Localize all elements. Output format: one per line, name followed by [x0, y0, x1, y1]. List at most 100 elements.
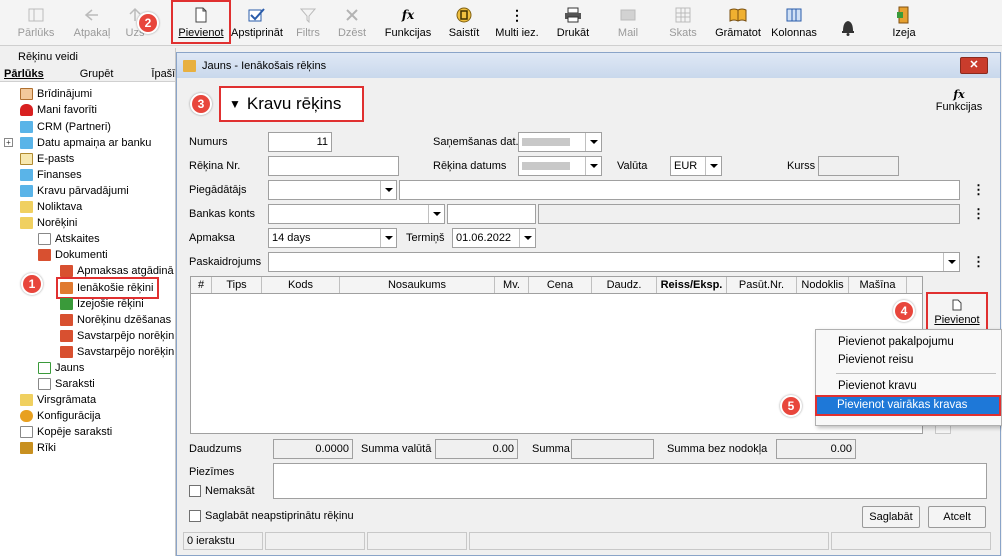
menu-add-cargo[interactable]: Pievienot kravu — [818, 378, 998, 395]
supplier-select[interactable] — [268, 180, 397, 200]
tree-item-bank-exchange[interactable]: Datu apmaiņa ar banku — [20, 135, 151, 151]
invoice-number-field[interactable] — [268, 156, 399, 176]
col-tax[interactable]: Nodoklis — [797, 277, 849, 293]
col-price[interactable]: Cena — [529, 277, 592, 293]
bank-more-icon[interactable]: ⋮ — [972, 207, 985, 221]
lines-grid-body[interactable] — [190, 294, 923, 434]
toolbar-filter-button[interactable]: Filtrs — [293, 4, 323, 42]
toolbar-confirm-button[interactable]: Apstiprināt — [231, 4, 283, 42]
tree-item-lists[interactable]: Saraksti — [38, 376, 95, 392]
tree-item-cargo-transport[interactable]: Kravu pārvadājumi — [20, 183, 129, 199]
browser-icon — [27, 6, 45, 24]
save-unconfirmed-label: Saglabāt neapstiprinātu rēķinu — [205, 510, 354, 522]
toolbar-mail-button[interactable]: Mail — [614, 4, 642, 42]
col-order-no[interactable]: Pasūt.Nr. — [727, 277, 797, 293]
col-type[interactable]: Tips — [212, 277, 262, 293]
tree-item-finance[interactable]: Finanses — [20, 167, 82, 183]
menu-add-service[interactable]: Pievienot pakalpojumu — [818, 334, 998, 351]
invoice-date-field[interactable] — [518, 156, 602, 176]
toolbar-post-button[interactable]: Grāmatot — [714, 4, 762, 42]
menu-add-trip[interactable]: Pievienot reisu — [818, 352, 998, 369]
col-trip[interactable]: Reiss/Eksp. — [657, 277, 727, 293]
toolbar-exit-button[interactable]: Izeja — [890, 4, 918, 42]
bank-code-field[interactable] — [447, 204, 536, 224]
grid-add-button[interactable]: Pievienot — [926, 292, 988, 332]
folder-icon — [20, 185, 33, 197]
bank-account-select[interactable] — [268, 204, 445, 224]
tree-item-tools[interactable]: Rīki — [20, 440, 56, 456]
toolbar-columns-button[interactable]: Kolonnas — [770, 4, 818, 42]
toolbar-functions-button[interactable]: fx Funkcijas — [383, 4, 433, 42]
window-close-button[interactable]: ✕ — [960, 57, 988, 74]
toolbar-add-button[interactable]: Pievienot — [171, 0, 231, 44]
tree-item-incoming-invoices[interactable]: Ienākošie rēķini — [55, 277, 160, 299]
supplier-label: Piegādātājs — [189, 184, 247, 196]
col-name[interactable]: Nosaukums — [340, 277, 495, 293]
tree-item-configuration[interactable]: Konfigurācija — [20, 408, 101, 424]
toolbar-view-button[interactable]: Skats — [667, 4, 699, 42]
list-icon — [38, 233, 51, 245]
bank-account-dropdown[interactable] — [428, 205, 444, 223]
payment-terms-dropdown[interactable] — [380, 229, 396, 247]
explanation-dropdown[interactable] — [943, 253, 959, 271]
payment-terms-select[interactable]: 14 days — [268, 228, 397, 248]
currency-dropdown[interactable] — [705, 157, 721, 175]
explanation-more-icon[interactable]: ⋮ — [972, 255, 985, 269]
tree-item-email[interactable]: E-pasts — [20, 151, 74, 167]
col-vehicle[interactable]: Mašīna — [849, 277, 907, 293]
expand-favorites[interactable]: + — [4, 138, 13, 147]
window-functions-button[interactable]: fx Funkcijas — [934, 88, 984, 118]
explanation-select[interactable] — [268, 252, 960, 272]
save-unconfirmed-checkbox[interactable] — [189, 510, 201, 522]
tree-item-warehouse[interactable]: Noliktava — [20, 199, 82, 215]
supplier-name-field[interactable] — [399, 180, 960, 200]
received-date-dropdown[interactable] — [585, 133, 601, 151]
toolbar-link-button[interactable]: Saistīt — [446, 4, 482, 42]
sum-currency-field: 0.00 — [435, 439, 518, 459]
currency-select[interactable]: EUR — [670, 156, 722, 176]
tree-item-crm[interactable]: CRM (Partneri) — [20, 119, 111, 135]
toolbar-delete-button[interactable]: Dzēst — [336, 4, 368, 42]
supplier-more-icon[interactable]: ⋮ — [972, 183, 985, 197]
tree-item-outgoing-invoices[interactable]: Izejošie rēķini — [60, 296, 144, 312]
invoice-date-dropdown[interactable] — [585, 157, 601, 175]
tree-item-settlements[interactable]: Norēķini — [20, 215, 77, 231]
menu-separator — [836, 373, 996, 374]
tree-item-mutual-settlements-2[interactable]: Savstarpējo norēķin — [60, 344, 174, 360]
tree-item-reports[interactable]: Atskaites — [38, 231, 100, 247]
toolbar-back-button[interactable]: Atpakaļ — [70, 4, 114, 42]
col-number[interactable]: # — [191, 277, 212, 293]
col-quantity[interactable]: Daudz. — [592, 277, 657, 293]
tree-item-new[interactable]: Jauns — [38, 360, 84, 376]
tree-item-documents[interactable]: Dokumenti — [38, 247, 108, 263]
tab-group[interactable]: Grupēt — [76, 66, 120, 81]
tree-item-mutual-settlements-1[interactable]: Savstarpējo norēķin — [60, 328, 174, 344]
cancel-button[interactable]: Atcelt — [928, 506, 986, 528]
col-code[interactable]: Kods — [262, 277, 340, 293]
col-unit[interactable]: Mv. — [495, 277, 529, 293]
toolbar-notifications-button[interactable] — [836, 4, 860, 42]
doc-type-selector[interactable]: ▼ Kravu rēķins — [219, 86, 364, 122]
tree-item-settlement-deletion[interactable]: Norēķinu dzēšanas — [60, 312, 171, 328]
notes-label: Piezīmes — [189, 466, 235, 478]
tree-item-favorites[interactable]: Mani favorīti — [20, 102, 97, 118]
notes-textarea[interactable] — [273, 463, 987, 499]
number-field[interactable]: 11 — [268, 132, 332, 152]
tree-item-common-lists[interactable]: Kopēje saraksti — [20, 424, 112, 440]
toolbar-multi-button[interactable]: ⋮ Multi iez. — [494, 4, 540, 42]
due-date-field[interactable]: 01.06.2022 — [452, 228, 536, 248]
toolbar-browser-button[interactable]: Pārlūks — [14, 4, 58, 42]
toolbar-print-button[interactable]: Drukāt — [554, 4, 592, 42]
menu-add-multiple-cargo[interactable]: Pievienot vairākas kravas — [815, 395, 1001, 416]
left-panel-tabs: Pārlūks Grupēt Īpašības — [0, 66, 193, 82]
tree-item-warnings[interactable]: Brīdinājumi — [20, 86, 92, 102]
tree-item-payment-reminders[interactable]: Apmaksas atgādinā — [60, 263, 174, 279]
tree-item-ledger[interactable]: Virsgrāmata — [20, 392, 96, 408]
tab-browser[interactable]: Pārlūks — [0, 66, 50, 81]
left-navigation-panel: Rēķinu veidi Pārlūks Grupēt Īpašības Brī… — [0, 48, 193, 556]
supplier-dropdown[interactable] — [380, 181, 396, 199]
due-date-dropdown[interactable] — [519, 229, 535, 247]
save-button[interactable]: Saglabāt — [862, 506, 920, 528]
do-not-pay-checkbox[interactable] — [189, 485, 201, 497]
received-date-field[interactable] — [518, 132, 602, 152]
